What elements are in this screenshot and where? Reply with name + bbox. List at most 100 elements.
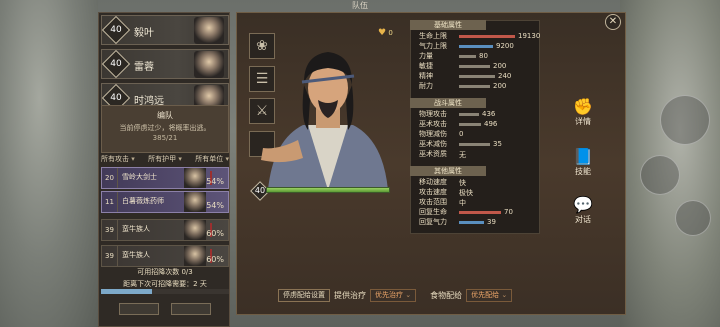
- hero-level: 40: [110, 59, 122, 69]
- stat-value: 0: [459, 130, 464, 138]
- stat-label: 精神: [419, 72, 433, 80]
- stat-label: 生命上限: [419, 32, 447, 40]
- stat-row: 攻击速度: [419, 188, 453, 197]
- squad-info: 编队 当前停虏过少，将概率出逃。 385/21: [101, 105, 229, 153]
- stat-bar: [459, 221, 484, 224]
- stat-label: 回复气力: [419, 218, 447, 226]
- troop-count: 11: [102, 192, 118, 212]
- roster-panel: 40 毅叶 40 雷蓉 40 时鸿远 编队 当前停虏过少，将概率出逃。 385/…: [98, 12, 230, 327]
- troop-filters: 所有攻击 所有护甲 所有单位: [101, 154, 229, 165]
- troop-percent: 60%: [206, 229, 224, 238]
- stat-value: 200: [493, 82, 507, 90]
- config-button[interactable]: 停虏配给设置: [278, 288, 330, 302]
- stat-value: 240: [498, 72, 512, 80]
- squad-count: 385/21: [152, 134, 178, 142]
- stat-row: 生命上限: [419, 32, 453, 41]
- food-dropdown[interactable]: 优先配给 ⌄: [466, 288, 513, 302]
- xp-bar: [266, 187, 390, 193]
- stat-label: 物理减伤: [419, 130, 447, 138]
- stat-label: 攻击速度: [419, 188, 447, 196]
- hero-name: 毅叶: [134, 28, 154, 39]
- troop-row[interactable]: 20 雪岭大剑士 54%: [101, 167, 229, 189]
- filter-unit[interactable]: 所有单位: [195, 154, 229, 165]
- stat-label: 物理攻击: [419, 110, 447, 118]
- troop-portrait: [184, 246, 206, 266]
- stat-bar: [459, 85, 490, 88]
- window-title: 队伍: [352, 1, 368, 10]
- hero-card-1[interactable]: 40 毅叶: [101, 15, 229, 45]
- stat-value: 快: [459, 179, 466, 187]
- stat-value: 496: [484, 120, 498, 128]
- hero-portrait: [194, 51, 224, 78]
- roster-button-left[interactable]: [119, 303, 159, 315]
- treat-dropdown[interactable]: 优先治疗 ⌄: [370, 288, 417, 302]
- details-label: 详情: [575, 117, 591, 126]
- stat-label: 巫术资质: [419, 150, 447, 158]
- book-flame-icon: 📘: [573, 147, 593, 166]
- troop-name: 蛮牛族人: [122, 251, 150, 259]
- heart-icon: ♥: [378, 28, 387, 38]
- troop-name: 雪岭大剑士: [122, 173, 157, 181]
- stat-value: 9200: [496, 42, 514, 50]
- stat-row: 移动速度: [419, 178, 453, 187]
- stat-value: 35: [493, 140, 502, 148]
- troop-row[interactable]: 39 蛮牛族人 60%: [101, 219, 229, 241]
- hero-figure: [261, 52, 388, 190]
- stat-row: 回复气力: [419, 218, 453, 227]
- troop-name: 蛮牛族人: [122, 225, 150, 233]
- stat-row: 敏捷: [419, 62, 453, 71]
- stat-value: 无: [459, 151, 466, 159]
- stat-bar: [459, 35, 515, 38]
- details-button[interactable]: ✊ 详情: [568, 98, 598, 127]
- hero-name: 雷蓉: [134, 62, 154, 73]
- skills-label: 技能: [575, 167, 591, 176]
- skills-button[interactable]: 📘 技能: [568, 148, 598, 177]
- filter-attack[interactable]: 所有攻击: [101, 154, 135, 165]
- stat-value: 200: [493, 62, 507, 70]
- troop-percent: 60%: [206, 255, 224, 264]
- stat-label: 巫术减伤: [419, 140, 447, 148]
- troop-portrait: [184, 220, 206, 240]
- food-option: 优先配给: [471, 290, 500, 299]
- stat-row: 回复生命: [419, 208, 453, 217]
- stat-row: 耐力: [419, 82, 453, 91]
- stat-value: 80: [479, 52, 488, 60]
- hero-card-2[interactable]: 40 雷蓉: [101, 49, 229, 79]
- food-label: 食物配给: [430, 290, 463, 300]
- stat-row: 巫术减伤: [419, 140, 453, 149]
- stat-value: 39: [487, 218, 496, 226]
- troop-row[interactable]: 11 白薯薇炼药师 54%: [101, 191, 229, 213]
- stat-row: 力量: [419, 52, 453, 61]
- treat-label: 提供治疗: [334, 290, 366, 300]
- deco-circle: [660, 95, 710, 145]
- troop-percent: 54%: [206, 177, 224, 186]
- chevron-down-icon: ⌄: [405, 290, 412, 299]
- stat-label: 巫术攻击: [419, 120, 447, 128]
- troop-count: 20: [102, 168, 118, 188]
- section-title: 战斗属性: [410, 98, 486, 108]
- stat-row: 物理攻击: [419, 110, 453, 119]
- dialogue-button[interactable]: 💬 对话: [568, 196, 598, 225]
- stat-row: 攻击范围: [419, 198, 453, 207]
- speech-bubble-icon: 💬: [573, 195, 593, 214]
- troop-row[interactable]: 39 蛮牛族人 60%: [101, 245, 229, 267]
- stat-bar: [459, 123, 481, 126]
- stat-bar: [459, 45, 493, 48]
- close-icon[interactable]: ✕: [605, 14, 621, 30]
- troop-name: 白薯薇炼药师: [122, 197, 164, 205]
- gold-display: ♥ 0: [378, 28, 393, 38]
- background-left: [0, 0, 98, 327]
- stat-value: 436: [482, 110, 496, 118]
- recruit-progress-fill: [101, 289, 153, 294]
- section-title: 基础属性: [410, 20, 486, 30]
- roster-button-right[interactable]: [171, 303, 211, 315]
- stat-label: 移动速度: [419, 178, 447, 186]
- squad-title: 编队: [157, 111, 173, 120]
- recruit-info: 可用招降次数 0/3 距离下次可招降需要：2 天: [101, 265, 229, 288]
- stat-value: 19130: [518, 32, 541, 40]
- filter-armor[interactable]: 所有护甲: [148, 154, 182, 165]
- troop-portrait: [184, 192, 206, 212]
- stat-bar: [459, 55, 476, 58]
- stat-row: 巫术资质: [419, 150, 453, 159]
- bottom-bar: 停虏配给设置 提供治疗 优先治疗 ⌄ 食物配给 优先配给 ⌄: [278, 288, 513, 302]
